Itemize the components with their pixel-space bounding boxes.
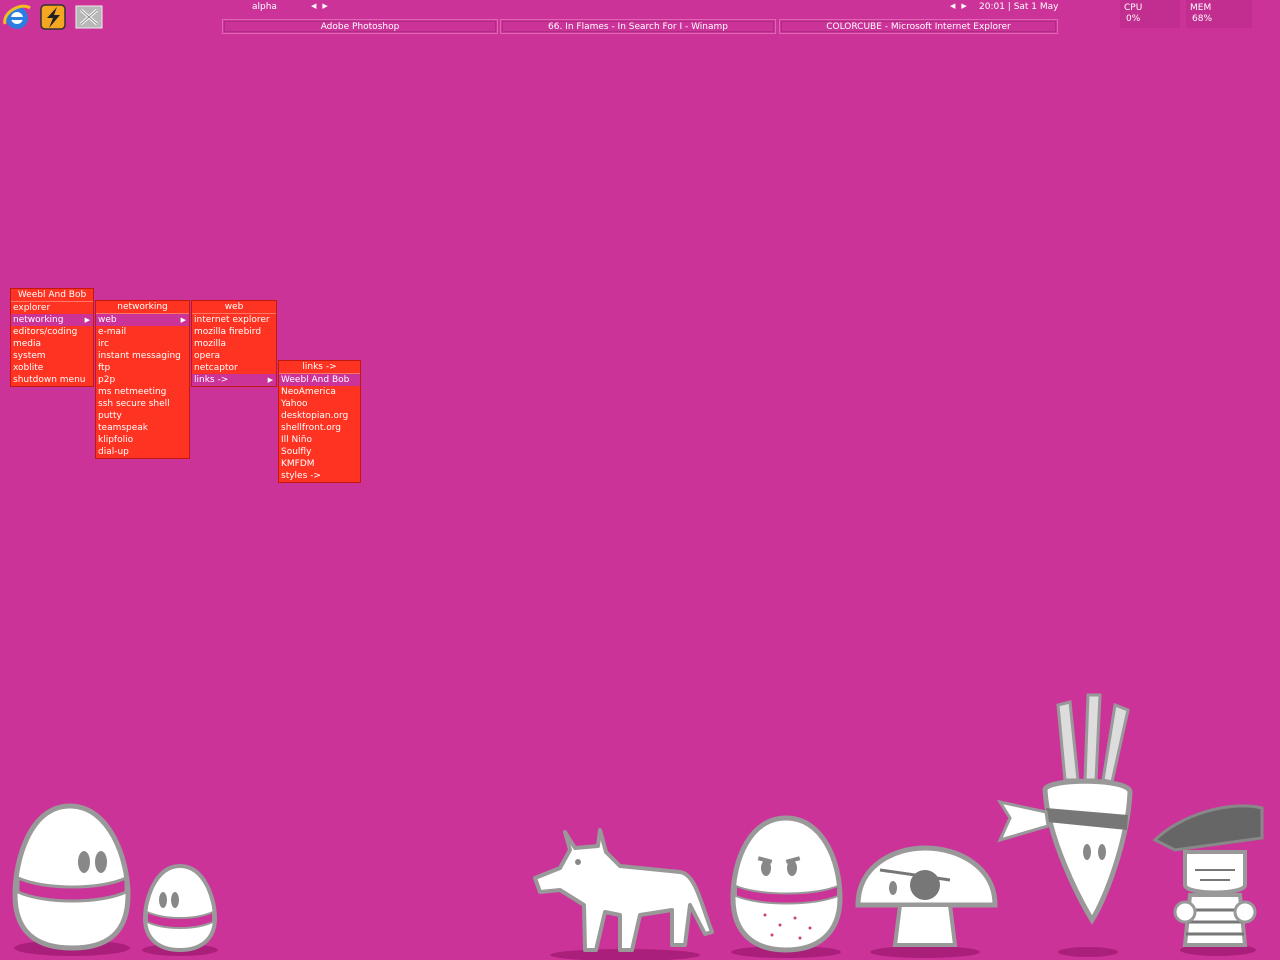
menu-item-networking[interactable]: networking ▶ [11,314,93,326]
menu-item-internet-explorer[interactable]: internet explorer [192,314,276,326]
carrot-character [996,693,1133,957]
menu-item-neoamerica[interactable]: NeoAmerica [279,386,360,398]
menu-item-opera[interactable]: opera [192,350,276,362]
task-label: 66. In Flames - In Search For I - Winamp [548,21,728,32]
menu-item-shutdown[interactable]: shutdown menu [11,374,93,386]
small-egg-character [142,863,218,956]
submenu-arrow-icon: ▶ [180,316,186,324]
task-label: COLORCUBE - Microsoft Internet Explorer [826,21,1011,32]
winamp-icon[interactable] [38,2,68,32]
menu-item-weebl-and-bob[interactable]: Weebl And Bob [279,374,360,386]
menu-item-desktopian[interactable]: desktopian.org [279,410,360,422]
menu-item-netcaptor[interactable]: netcaptor [192,362,276,374]
workspace-next-icon[interactable]: ▶ [322,2,327,10]
task-button-ie[interactable]: COLORCUBE - Microsoft Internet Explorer [779,19,1058,34]
menu-item-ssh[interactable]: ssh secure shell [96,398,189,410]
workspace-arrows: ◀ ▶ [311,2,328,10]
root-menu: Weebl And Bob explorer networking ▶ edito… [10,288,94,387]
task-button-winamp[interactable]: 66. In Flames - In Search For I - Winamp [500,19,776,34]
menu-item-system[interactable]: system [11,350,93,362]
menu-item-irc[interactable]: irc [96,338,189,350]
cpu-label: CPU [1124,3,1143,13]
mem-monitor: MEM 68% [1186,0,1252,28]
mem-label: MEM [1190,3,1212,13]
task-label: Adobe Photoshop [320,21,400,32]
submenu-arrow-icon: ▶ [84,316,90,324]
web-menu-title: web [192,301,276,314]
menu-item-styles[interactable]: styles -> [279,470,360,482]
cpu-monitor: CPU 0% [1120,0,1180,28]
clock-prev-icon[interactable]: ◀ [950,2,955,10]
internet-explorer-icon[interactable] [2,2,32,32]
links-menu: links -> Weebl And Bob NeoAmerica Yahoo … [278,360,361,483]
menu-item-mozilla-firebird[interactable]: mozilla firebird [192,326,276,338]
menu-item-dialup[interactable]: dial-up [96,446,189,458]
menu-item-p2p[interactable]: p2p [96,374,189,386]
menu-item-yahoo[interactable]: Yahoo [279,398,360,410]
menu-item-xoblite[interactable]: xoblite [11,362,93,374]
menu-item-soulfly[interactable]: Soulfly [279,446,360,458]
submenu-arrow-icon: ▶ [267,376,273,384]
menu-item-ms-netmeeting[interactable]: ms netmeeting [96,386,189,398]
sailor-character [1152,804,1264,956]
big-egg-character [12,803,131,956]
menu-item-mozilla[interactable]: mozilla [192,338,276,350]
menu-item-putty[interactable]: putty [96,410,189,422]
menu-item-klipfolio[interactable]: klipfolio [96,434,189,446]
menu-item-ill-nino[interactable]: Ill Niño [279,434,360,446]
bull-character [533,828,714,960]
menu-item-shellfront[interactable]: shellfront.org [279,422,360,434]
web-menu: web internet explorer mozilla firebird m… [191,300,277,387]
menu-item-explorer[interactable]: explorer [11,302,93,314]
task-button-photoshop[interactable]: Adobe Photoshop [222,19,498,34]
menu-item-media[interactable]: media [11,338,93,350]
workspace-prev-icon[interactable]: ◀ [311,2,316,10]
workspace-label: alpha [252,2,277,12]
menu-item-links[interactable]: links -> ▶ [192,374,276,386]
links-menu-title: links -> [279,361,360,374]
menu-item-ftp[interactable]: ftp [96,362,189,374]
root-menu-title: Weebl And Bob [11,289,93,302]
menu-item-editors-coding[interactable]: editors/coding [11,326,93,338]
menu-item-email[interactable]: e-mail [96,326,189,338]
xoblite-icon[interactable] [74,2,104,32]
mem-value: 68% [1192,14,1213,24]
menu-item-instant-messaging[interactable]: instant messaging [96,350,189,362]
clock-arrows: ◀ ▶ [950,2,967,10]
mushroom-character [855,845,998,958]
launcher-bar [2,2,104,32]
wallpaper-characters [12,693,1264,960]
cpu-value: 0% [1126,14,1141,24]
clock-next-icon[interactable]: ▶ [961,2,966,10]
menu-item-web[interactable]: web ▶ [96,314,189,326]
networking-menu: networking web ▶ e-mail irc instant messa… [95,300,190,459]
menu-item-teamspeak[interactable]: teamspeak [96,422,189,434]
menu-item-kmfdm[interactable]: KMFDM [279,458,360,470]
clock: 20:01 | Sat 1 May [979,2,1059,12]
spiky-egg-character [730,815,843,958]
networking-menu-title: networking [96,301,189,314]
